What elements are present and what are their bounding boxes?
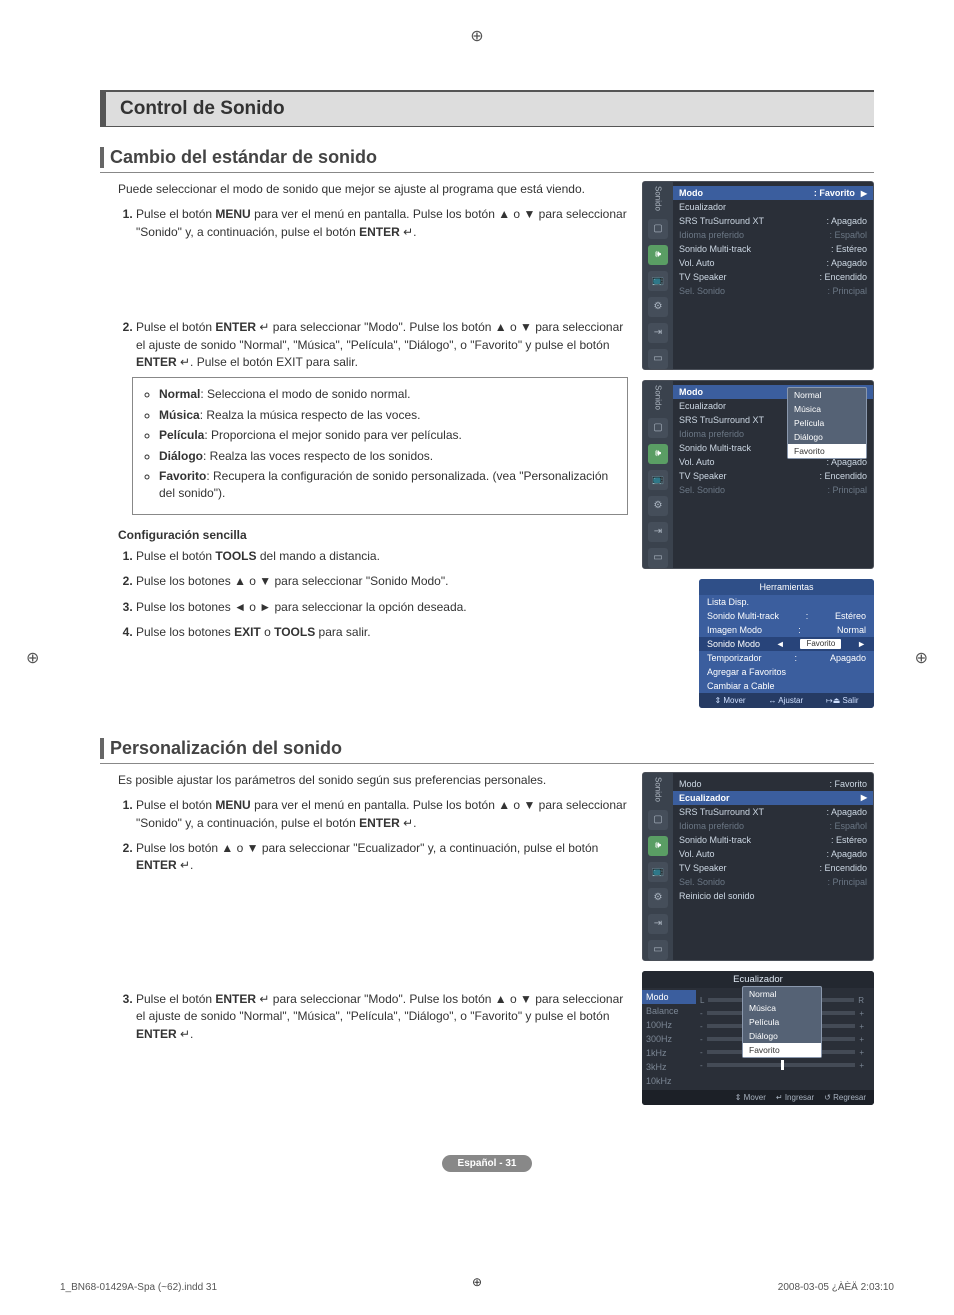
menu-row: Vol. Auto: Apagado: [673, 847, 873, 861]
popup-option: Música: [788, 402, 866, 416]
tools-row: Lista Disp.: [699, 595, 874, 609]
tools-row: Sonido Multi-track:Estéreo: [699, 609, 874, 623]
crop-mark-right-icon: ⊕: [915, 648, 928, 668]
easy-step: Pulse los botones ◄ o ► para seleccionar…: [136, 599, 628, 616]
gear-icon: ⚙: [648, 297, 668, 317]
picture-icon: ▢: [648, 219, 668, 239]
menu-row: Ecualizador▶: [673, 791, 873, 805]
eq-label: 100Hz: [646, 1018, 692, 1032]
tv-menu-panel: Sonido ▢ 🕪 📺 ⚙ ⇥ ▭ Modo: FavoritoEcualiz…: [642, 772, 874, 961]
section-title: Control de Sonido: [100, 90, 874, 127]
eq-label: Balance: [646, 1004, 692, 1018]
menu-row: SRS TruSurround XT: Apagado: [673, 805, 873, 819]
popup-option: Favorito: [743, 1043, 821, 1057]
tools-row: Temporizador:Apagado: [699, 651, 874, 665]
eq-label: Modo: [642, 990, 696, 1004]
gear-icon: ⚙: [648, 888, 668, 908]
gear-icon: ⚙: [648, 496, 668, 516]
eq-label: 10kHz: [646, 1074, 692, 1088]
tools-row: Agregar a Favoritos: [699, 665, 874, 679]
popup-option: Película: [788, 416, 866, 430]
detail-item: Favorito: Recupera la configuración de s…: [159, 468, 617, 503]
mode-details: Normal: Selecciona el modo de sonido nor…: [132, 377, 628, 514]
menu-row: TV Speaker: Encendido: [673, 861, 873, 875]
channel-icon: 📺: [648, 470, 668, 490]
app-icon: ▭: [648, 548, 668, 568]
popup-option: Favorito: [788, 444, 866, 458]
menu-row: Sel. Sonido: Principal: [673, 284, 873, 298]
channel-icon: 📺: [648, 862, 668, 882]
channel-icon: 📺: [648, 271, 668, 291]
menu-row: TV Speaker: Encendido: [673, 469, 873, 483]
app-icon: ▭: [648, 349, 668, 369]
input-icon: ⇥: [648, 522, 668, 542]
picture-icon: ▢: [648, 810, 668, 830]
intro-text: Puede seleccionar el modo de sonido que …: [118, 181, 628, 198]
tools-row: Imagen Modo:Normal: [699, 623, 874, 637]
crop-mark-bottom-icon: ⊕: [472, 1275, 482, 1289]
tools-row: Sonido Modo◄Favorito►: [699, 637, 874, 651]
picture-icon: ▢: [648, 418, 668, 438]
menu-row: Sel. Sonido: Principal: [673, 875, 873, 889]
menu-row: Sonido Multi-track: Estéreo: [673, 833, 873, 847]
steps-list: Pulse el botón MENU para ver el menú en …: [118, 206, 628, 241]
detail-item: Película: Proporciona el mejor sonido pa…: [159, 427, 617, 444]
menu-row: TV Speaker: Encendido: [673, 270, 873, 284]
menu-row: Modo: Favorito: [673, 777, 873, 791]
easy-step: Pulse los botones EXIT o TOOLS para sali…: [136, 624, 628, 641]
equalizer-panel: Ecualizador ModoBalance100Hz300Hz1kHz3kH…: [642, 971, 874, 1105]
input-icon: ⇥: [648, 323, 668, 343]
detail-item: Diálogo: Realza las voces respecto de lo…: [159, 448, 617, 465]
app-icon: ▭: [648, 940, 668, 960]
popup-option: Diálogo: [743, 1029, 821, 1043]
popup-option: Música: [743, 1001, 821, 1015]
popup-option: Normal: [788, 388, 866, 402]
easy-step: Pulse el botón TOOLS del mando a distanc…: [136, 548, 628, 565]
step-text: Pulse el botón ENTER ↵ para seleccionar …: [136, 991, 628, 1043]
eq-slider: -+: [700, 1061, 864, 1070]
crop-mark-left-icon: ⊕: [26, 648, 39, 668]
menu-row: Sel. Sonido: Principal: [673, 483, 873, 497]
tools-row: Cambiar a Cable: [699, 679, 874, 693]
sub-section-title: Cambio del estándar de sonido: [100, 147, 874, 173]
speaker-icon: 🕪: [648, 836, 668, 856]
menu-row: Sonido Multi-track: Estéreo: [673, 242, 873, 256]
menu-row: SRS TruSurround XT: Apagado: [673, 214, 873, 228]
tools-panel: Herramientas Lista Disp.Sonido Multi-tra…: [699, 579, 874, 708]
menu-row: Idioma preferido: Español: [673, 228, 873, 242]
eq-mode-popup: NormalMúsicaPelículaDiálogoFavorito: [742, 986, 822, 1058]
easy-steps-list: Pulse el botón TOOLS del mando a distanc…: [118, 548, 628, 642]
step-text: Pulse los botón ▲ o ▼ para seleccionar "…: [136, 840, 628, 875]
menu-row: Vol. Auto: Apagado: [673, 256, 873, 270]
popup-option: Película: [743, 1015, 821, 1029]
popup-option: Diálogo: [788, 430, 866, 444]
crop-mark-top-icon: ⊕: [470, 26, 483, 46]
step-text: Pulse el botón MENU para ver el menú en …: [136, 206, 628, 241]
eq-label: 1kHz: [646, 1046, 692, 1060]
popup-option: Normal: [743, 987, 821, 1001]
step-text: Pulse el botón ENTER ↵ para seleccionar …: [136, 319, 628, 371]
mode-popup: NormalMúsicaPelículaDiálogoFavorito: [787, 387, 867, 459]
detail-item: Normal: Selecciona el modo de sonido nor…: [159, 386, 617, 403]
detail-item: Música: Realza la música respecto de las…: [159, 407, 617, 424]
menu-row: Modo: Favorito▶: [673, 186, 873, 200]
eq-label: 3kHz: [646, 1060, 692, 1074]
speaker-icon: 🕪: [648, 444, 668, 464]
sub-section-title: Personalización del sonido: [100, 738, 874, 764]
language-page-badge: Español - 31: [100, 1135, 874, 1172]
tv-menu-panel: Sonido ▢ 🕪 📺 ⚙ ⇥ ▭ Modo: Favorito▶Ecuali…: [642, 181, 874, 370]
speaker-icon: 🕪: [648, 245, 668, 265]
menu-row: Idioma preferido: Español: [673, 819, 873, 833]
menu-row: Ecualizador: [673, 200, 873, 214]
easy-setup-heading: Configuración sencilla: [118, 527, 628, 544]
easy-step: Pulse los botones ▲ o ▼ para seleccionar…: [136, 573, 628, 590]
eq-label: 300Hz: [646, 1032, 692, 1046]
step-text: Pulse el botón MENU para ver el menú en …: [136, 797, 628, 832]
menu-row: Reinicio del sonido: [673, 889, 873, 903]
tv-menu-panel: Sonido ▢ 🕪 📺 ⚙ ⇥ ▭ ModoEcualizadorSRS Tr…: [642, 380, 874, 569]
intro-text: Es posible ajustar los parámetros del so…: [118, 772, 628, 789]
input-icon: ⇥: [648, 914, 668, 934]
